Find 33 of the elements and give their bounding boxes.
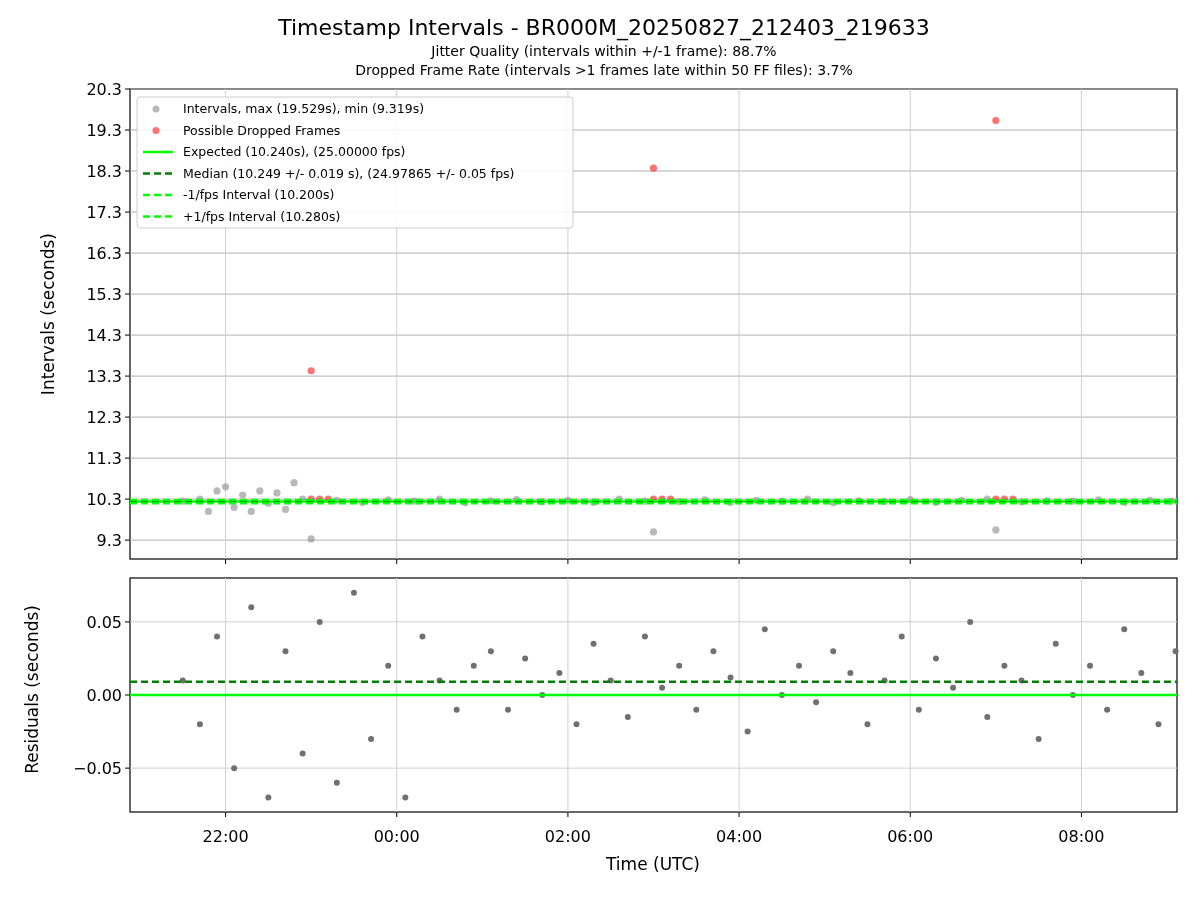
y-tick-label: 13.3: [86, 367, 122, 387]
y-tick-label: 18.3: [86, 162, 122, 181]
x-axis-label: Time (UTC): [606, 854, 700, 874]
y-tick-label: 20.3: [86, 80, 122, 99]
y-tick-label: 19.3: [86, 121, 122, 140]
y-axis-label: Residuals (seconds): [22, 604, 42, 774]
y-tick-label: 0.05: [86, 612, 122, 632]
legend-label: Possible Dropped Frames: [183, 122, 341, 138]
y-tick-label: 17.3: [86, 203, 122, 223]
chart-subtitle: Jitter Quality (intervals within +/-1 frame): 88.7%: [429, 42, 777, 61]
y-tick-label: 10.3: [86, 490, 122, 510]
x-tick-label: 22:00: [202, 827, 249, 846]
x-tick-label: 02:00: [544, 827, 591, 846]
y-tick-label: 0.00: [86, 686, 122, 705]
y-tick-label: 12.3: [86, 408, 122, 428]
y-tick-label: 16.3: [86, 244, 122, 264]
legend-label: Median (10.249 +/- 0.019 s), (24.97865 +/- 0.05 fps): [183, 165, 515, 181]
y-axis-label: Intervals (seconds): [38, 232, 58, 396]
legend-label: -1/fps Interval (10.200s): [183, 187, 335, 202]
y-tick-label: 11.3: [86, 449, 122, 469]
y-tick-label: 9.3: [96, 531, 122, 551]
legend-label: +1/fps Interval (10.280s): [183, 208, 341, 224]
x-tick-label: 08:00: [1058, 827, 1105, 846]
y-tick-label: 14.3: [86, 326, 122, 346]
chart-title: Timestamp Intervals - BR000M_20250827_212403_219633: [277, 14, 930, 42]
legend-label: Intervals, max (19.529s), min (9.319s): [183, 101, 425, 116]
y-tick-label: 15.3: [86, 285, 122, 305]
x-tick-label: 06:00: [887, 827, 934, 846]
x-tick-label: 00:00: [373, 827, 420, 846]
y-tick-label: −0.05: [72, 759, 122, 779]
x-tick-label: 04:00: [716, 827, 763, 846]
legend-label: Expected (10.240s), (25.00000 fps): [183, 144, 406, 159]
chart-subtitle: Dropped Frame Rate (intervals >1 frames late within 50 FF files): 3.7%: [354, 61, 853, 80]
